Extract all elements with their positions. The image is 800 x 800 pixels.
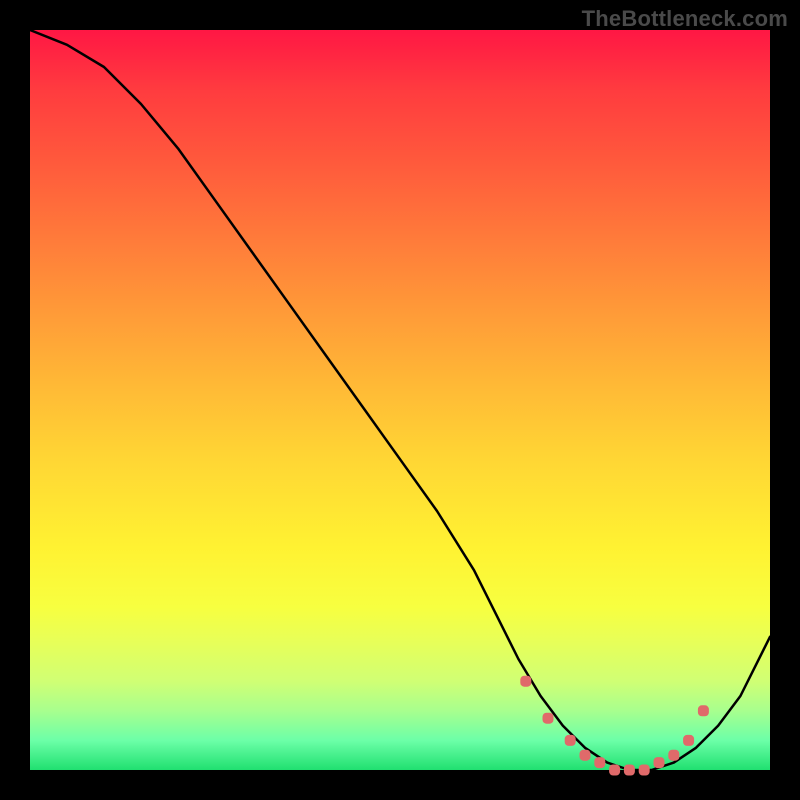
- optimal-marker: [580, 750, 591, 761]
- optimal-range-markers: [520, 676, 709, 776]
- optimal-marker: [683, 735, 694, 746]
- optimal-marker: [543, 713, 554, 724]
- optimal-marker: [520, 676, 531, 687]
- bottleneck-curve: [30, 30, 770, 770]
- plot-area: [30, 30, 770, 770]
- chart-frame: TheBottleneck.com: [0, 0, 800, 800]
- optimal-marker: [668, 750, 679, 761]
- curve-svg: [30, 30, 770, 770]
- optimal-marker: [624, 765, 635, 776]
- optimal-marker: [698, 705, 709, 716]
- optimal-marker: [609, 765, 620, 776]
- watermark-text: TheBottleneck.com: [582, 6, 788, 32]
- optimal-marker: [639, 765, 650, 776]
- optimal-marker: [565, 735, 576, 746]
- optimal-marker: [654, 757, 665, 768]
- optimal-marker: [594, 757, 605, 768]
